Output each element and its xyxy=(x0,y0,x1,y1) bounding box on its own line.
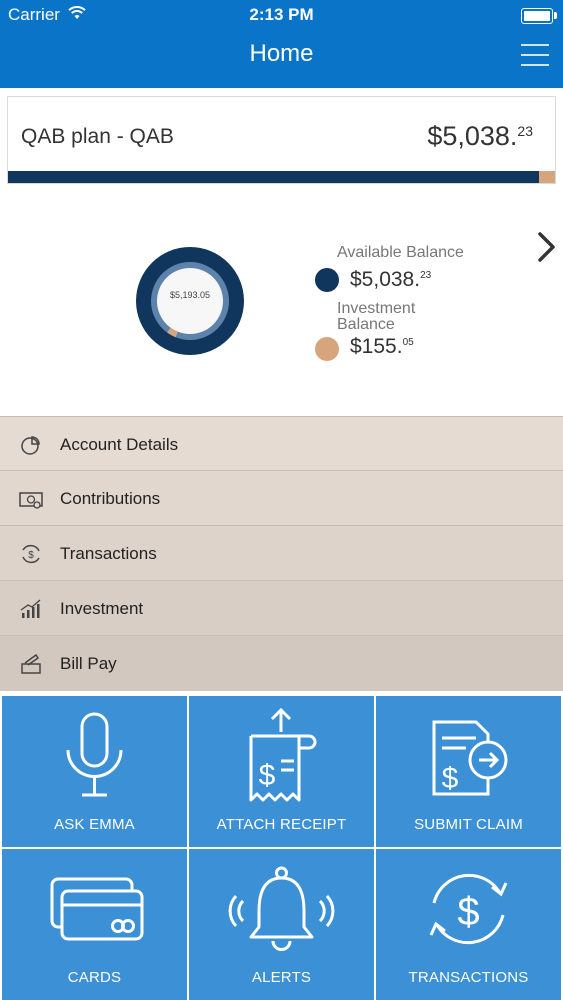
hamburger-menu-icon[interactable] xyxy=(521,44,549,68)
plan-name: QAB plan - QAB xyxy=(21,125,174,148)
donut-center-label: $5,193.05 xyxy=(169,290,211,300)
claim-icon: $ xyxy=(432,720,508,796)
chevron-right-icon[interactable] xyxy=(533,228,561,266)
menu-item-investment[interactable]: Investment xyxy=(0,581,563,636)
plan-balance-bar xyxy=(8,171,555,183)
microphone-icon xyxy=(66,712,123,797)
attach-receipt-button[interactable]: $ ATTACH RECEIPT xyxy=(189,696,374,847)
tile-label: TRANSACTIONS xyxy=(408,969,529,986)
menu-item-label: Transactions xyxy=(60,544,157,563)
menu-item-contributions[interactable]: Contributions xyxy=(0,471,563,526)
alerts-button[interactable]: ALERTS xyxy=(189,849,374,1000)
cash-icon xyxy=(19,492,43,509)
transactions-icon: $ xyxy=(429,873,508,945)
investment-balance-dot xyxy=(315,337,339,361)
investment-balance-label: Investment Balance xyxy=(337,300,416,333)
tile-label: ASK EMMA xyxy=(54,816,135,833)
bell-icon xyxy=(228,866,335,951)
menu-item-label: Contributions xyxy=(60,489,161,508)
battery-icon xyxy=(521,8,557,24)
transactions-button[interactable]: $ TRANSACTIONS xyxy=(376,849,561,1000)
menu-item-transactions[interactable]: $ Transactions xyxy=(0,526,563,581)
menu-item-label: Bill Pay xyxy=(60,654,117,673)
tile-label: ALERTS xyxy=(251,969,312,986)
available-balance-dot xyxy=(315,268,339,292)
available-balance-value: $5,038.23 xyxy=(350,268,432,291)
cards-button[interactable]: CARDS xyxy=(2,849,187,1000)
donut-center xyxy=(157,268,223,334)
balance-donut-chart xyxy=(136,247,244,355)
cards-icon xyxy=(50,877,144,941)
quick-action-grid: ASK EMMA $ ATTACH RECEIPT $ SUBMIT CLAIM xyxy=(0,694,563,1000)
receipt-icon: $ xyxy=(249,707,317,802)
svg-text:$: $ xyxy=(442,762,459,795)
status-bar: Carrier 2:13 PM xyxy=(0,0,563,30)
tile-label: ATTACH RECEIPT xyxy=(216,816,347,833)
menu-item-label: Account Details xyxy=(60,435,179,454)
dollar-cycle-icon: $ xyxy=(22,544,40,564)
pie-chart-icon xyxy=(21,436,40,455)
tile-label: CARDS xyxy=(67,969,122,986)
available-balance-label: Available Balance xyxy=(337,244,464,261)
svg-text:$: $ xyxy=(457,890,479,934)
tile-label: SUBMIT CLAIM xyxy=(414,816,523,833)
plan-card[interactable]: QAB plan - QAB $5,038.23 xyxy=(7,96,556,184)
account-menu-list: Account Details Contributions $ Transact… xyxy=(0,416,563,691)
top-bar: Carrier 2:13 PM Home xyxy=(0,0,563,88)
submit-claim-button[interactable]: $ SUBMIT CLAIM xyxy=(376,696,561,847)
investment-balance-value: $155.05 xyxy=(350,335,414,358)
menu-item-account-details[interactable]: Account Details xyxy=(0,416,563,471)
page-title: Home xyxy=(249,40,314,67)
svg-text:$: $ xyxy=(259,759,276,792)
menu-item-bill-pay[interactable]: Bill Pay xyxy=(0,636,563,691)
plan-amount: $5,038.23 xyxy=(427,121,533,151)
growth-chart-icon xyxy=(20,599,41,618)
ask-emma-button[interactable]: ASK EMMA xyxy=(2,696,187,847)
menu-item-label: Investment xyxy=(60,599,144,618)
svg-text:$: $ xyxy=(28,550,34,561)
clock: 2:13 PM xyxy=(249,5,314,24)
bill-pay-icon xyxy=(21,653,41,674)
